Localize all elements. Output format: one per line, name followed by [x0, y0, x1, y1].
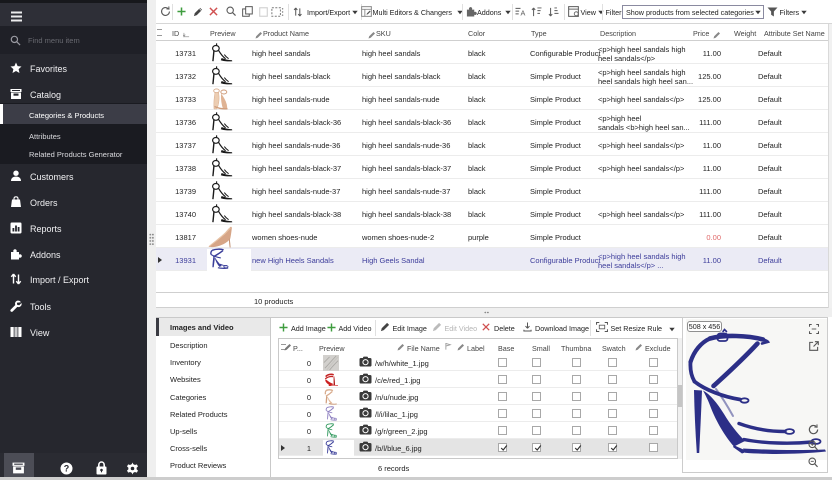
svg-text:?: ? — [64, 464, 70, 474]
svg-text:A: A — [520, 8, 525, 16]
